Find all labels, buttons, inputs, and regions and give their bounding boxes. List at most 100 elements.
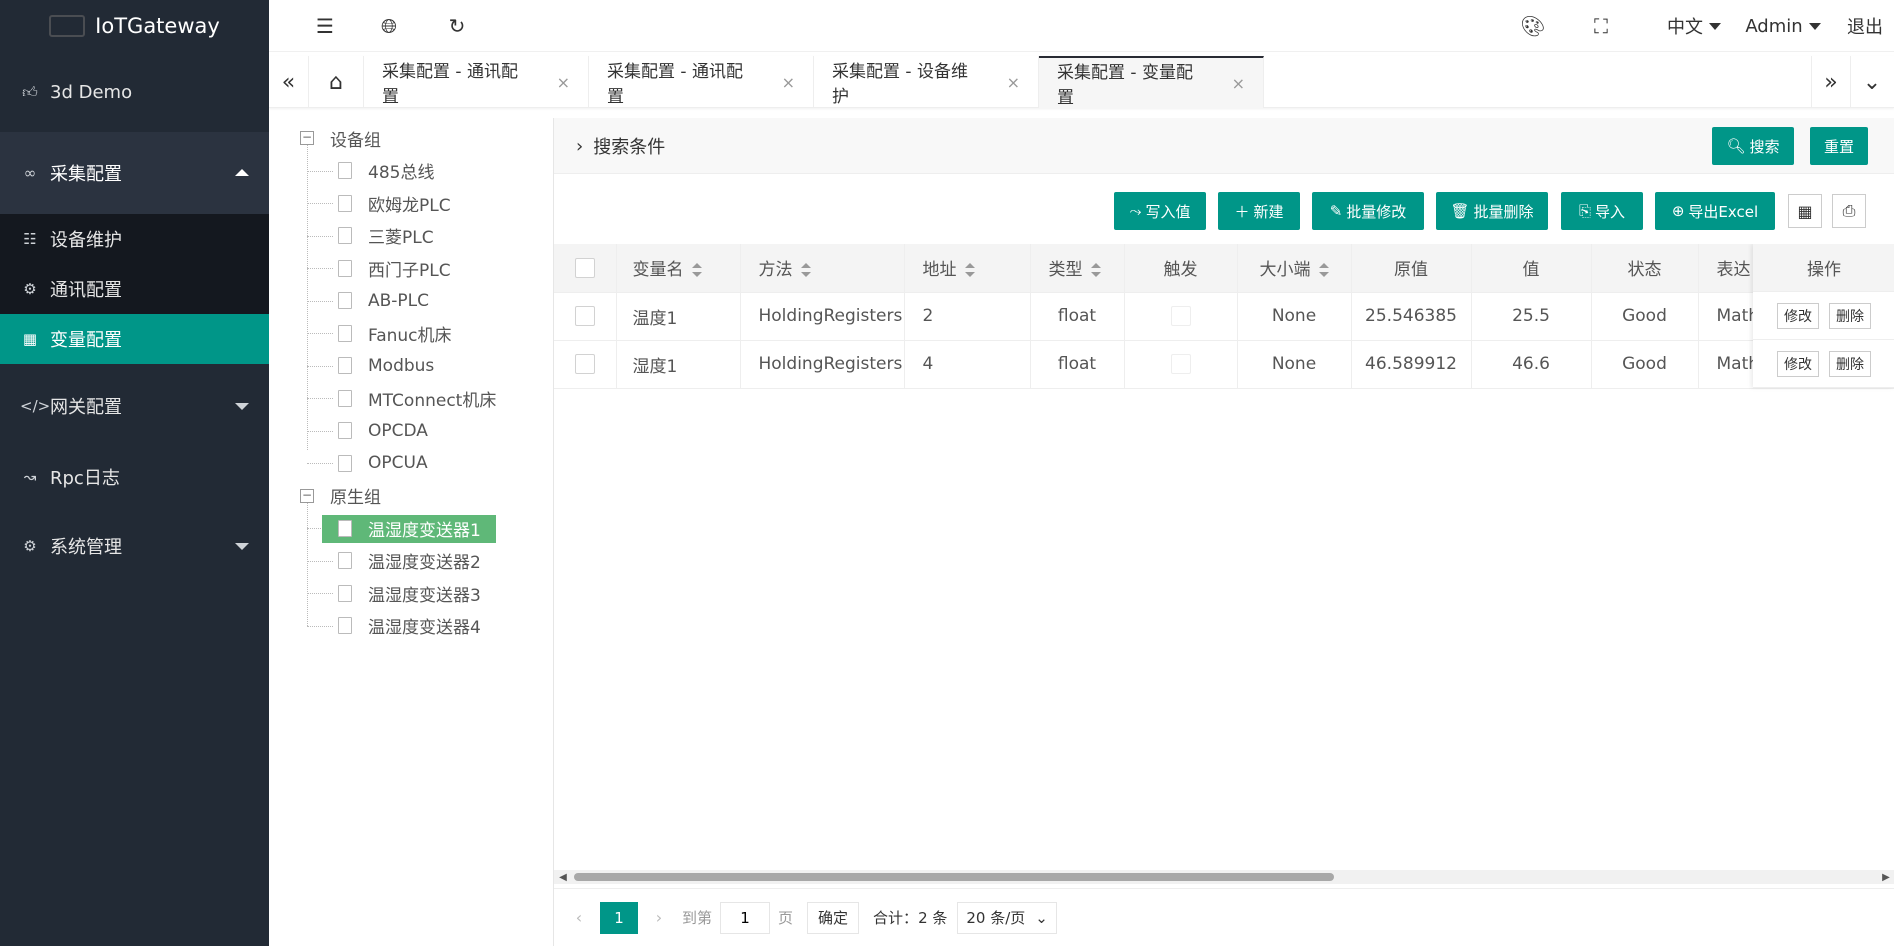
tree-leaf[interactable]: Modbus [290, 350, 550, 383]
search-button[interactable]: 🔍︎ 搜索 [1712, 127, 1794, 165]
tree-group-native[interactable]: − 原生组 [290, 480, 550, 513]
print-icon[interactable]: ⎙ [1832, 194, 1866, 228]
tab-menu-chevron-down-icon[interactable]: ⌄ [1852, 56, 1892, 108]
close-icon[interactable]: × [782, 73, 795, 92]
tree-leaf[interactable]: 485总线 [290, 155, 550, 188]
table-row[interactable]: 温度1 HoldingRegisters 2 float None 25.546385 25… [554, 292, 1894, 341]
user-dropdown[interactable]: Admin [1743, 0, 1823, 52]
delete-row-button[interactable]: 删除 [1829, 302, 1871, 329]
fullscreen-icon[interactable]: ⛶ [1581, 0, 1621, 52]
sort-icon[interactable] [691, 263, 702, 278]
search-conditions-toggle[interactable]: › 搜索条件 [576, 118, 665, 174]
language-dropdown[interactable]: 中文 [1659, 0, 1729, 52]
tree-leaf[interactable]: AB-PLC [290, 285, 550, 318]
goto-confirm-button[interactable]: 确定 [807, 901, 860, 934]
row-checkbox[interactable] [574, 306, 595, 326]
tree-leaf[interactable]: 欧姆龙PLC [290, 187, 550, 220]
refresh-icon[interactable]: ↻ [437, 0, 477, 52]
tree-leaf[interactable]: 温湿度变送器1 [290, 512, 550, 545]
trigger-checkbox[interactable] [1170, 354, 1191, 374]
prev-page-icon[interactable]: ‹ [564, 908, 594, 927]
column-header-address[interactable]: 地址 [904, 244, 1031, 293]
tab-comm-config-2[interactable]: 采集配置 - 通讯配置 × [589, 56, 814, 108]
tab-scroll-left-icon[interactable]: « [269, 56, 309, 108]
tab-scroll-right-icon[interactable]: » [1811, 56, 1851, 108]
tree-leaf-label: 485总线 [368, 163, 435, 184]
collapse-toggle-icon[interactable]: − [300, 131, 314, 146]
tree-leaf[interactable]: 三菱PLC [290, 220, 550, 253]
tab-variable-config[interactable]: 采集配置 - 变量配置 × [1039, 56, 1264, 108]
select-all-checkbox[interactable] [574, 257, 595, 278]
sort-icon[interactable] [800, 263, 811, 278]
batch-edit-button[interactable]: ✎ 批量修改 [1312, 192, 1424, 230]
cell-value: 46.6 [1471, 340, 1592, 389]
trigger-checkbox[interactable] [1170, 306, 1191, 326]
tree-leaf[interactable]: 温湿度变送器2 [290, 545, 550, 578]
scroll-left-arrow-icon[interactable]: ◀ [556, 870, 570, 884]
palette-icon[interactable]: 🎨︎ [1513, 0, 1553, 52]
home-tab-icon[interactable]: ⌂ [309, 56, 364, 108]
logout-button[interactable]: 退出 [1843, 0, 1887, 52]
tab-comm-config-1[interactable]: 采集配置 - 通讯配置 × [364, 56, 589, 108]
tree-leaf[interactable]: MTConnect机床 [290, 382, 550, 415]
sidebar-item-3d-demo[interactable]: 👍︎ 3d Demo [0, 52, 269, 132]
tree-group-devices[interactable]: − 设备组 [290, 122, 550, 155]
sidebar-item-gateway-config[interactable]: </> 网关配置 [0, 368, 269, 444]
tree-leaf[interactable]: 西门子PLC [290, 252, 550, 285]
next-page-icon[interactable]: › [644, 908, 674, 927]
sidebar-item-comm-config[interactable]: ⚙ 通讯配置 [0, 264, 269, 314]
sidebar-item-device-maintain[interactable]: ☷ 设备维护 [0, 214, 269, 264]
cell-status: Good [1591, 292, 1699, 341]
tab-device-maintain[interactable]: 采集配置 - 设备维护 × [814, 56, 1039, 108]
sidebar-item-variable-config[interactable]: ▦ 变量配置 [0, 314, 269, 364]
reset-button[interactable]: 重置 [1810, 127, 1868, 165]
close-icon[interactable]: × [557, 73, 570, 92]
sort-icon[interactable] [964, 263, 975, 278]
tree-leaf[interactable]: Fanuc机床 [290, 317, 550, 350]
batch-delete-button[interactable]: 🗑︎ 批量删除 [1436, 192, 1548, 230]
column-header-type[interactable]: 类型 [1030, 244, 1125, 293]
tree-leaf[interactable]: 温湿度变送器4 [290, 610, 550, 643]
collapse-menu-icon[interactable]: ☰ [305, 0, 345, 52]
sidebar-item-label: 采集配置 [50, 164, 122, 185]
columns-filter-icon[interactable]: ▦ [1788, 194, 1822, 228]
import-button[interactable]: ⎘ 导入 [1561, 192, 1643, 230]
sidebar-item-rpc-log[interactable]: ↝ Rpc日志 [0, 444, 269, 510]
edit-row-button[interactable]: 修改 [1777, 350, 1819, 377]
scroll-right-arrow-icon[interactable]: ▶ [1879, 870, 1893, 884]
write-value-button[interactable]: ⤳ 写入值 [1114, 192, 1206, 230]
close-icon[interactable]: × [1007, 73, 1020, 92]
close-icon[interactable]: × [1232, 74, 1245, 93]
edit-row-button[interactable]: 修改 [1777, 302, 1819, 329]
export-excel-button[interactable]: ⊕ 导出Excel [1655, 192, 1775, 230]
column-header-name[interactable]: 变量名 [616, 244, 741, 293]
table-row[interactable]: 湿度1 HoldingRegisters 4 float None 46.589912 46… [554, 340, 1894, 389]
row-checkbox[interactable] [574, 354, 595, 374]
current-page[interactable]: 1 [600, 901, 638, 934]
scroll-thumb[interactable] [574, 873, 1334, 881]
cell-trigger [1124, 292, 1238, 341]
globe-icon[interactable]: 🌐︎ [369, 0, 409, 52]
page-size-select[interactable]: 20 条/页 ⌄ [957, 901, 1057, 934]
column-header-endian[interactable]: 大小端 [1237, 244, 1352, 293]
cell-type: float [1030, 292, 1125, 341]
column-header-method[interactable]: 方法 [740, 244, 905, 293]
horizontal-scrollbar[interactable]: ◀ ▶ [554, 870, 1894, 884]
sidebar-item-collect-config[interactable]: ∞ 采集配置 [0, 132, 269, 214]
column-label: 地址 [922, 260, 957, 281]
delete-row-button[interactable]: 删除 [1829, 350, 1871, 377]
pencil-icon: ✎ [1329, 202, 1343, 220]
app-logo[interactable]: IoTGateway [0, 0, 269, 52]
sort-icon[interactable] [1090, 263, 1101, 278]
tree-leaf[interactable]: 温湿度变送器3 [290, 577, 550, 610]
goto-page-input[interactable] [720, 901, 771, 934]
sort-icon[interactable] [1318, 263, 1329, 278]
new-button[interactable]: ＋新建 [1218, 192, 1300, 230]
write-arrow-icon: ⤳ [1129, 202, 1142, 220]
sidebar-item-system-manage[interactable]: ⚙ 系统管理 [0, 510, 269, 582]
tree-leaf[interactable]: OPCDA [290, 415, 550, 448]
search-conditions-bar: › 搜索条件 🔍︎ 搜索 重置 [554, 118, 1894, 174]
tree-leaf[interactable]: OPCUA [290, 447, 550, 480]
document-icon [338, 519, 352, 537]
collapse-toggle-icon[interactable]: − [300, 488, 314, 503]
